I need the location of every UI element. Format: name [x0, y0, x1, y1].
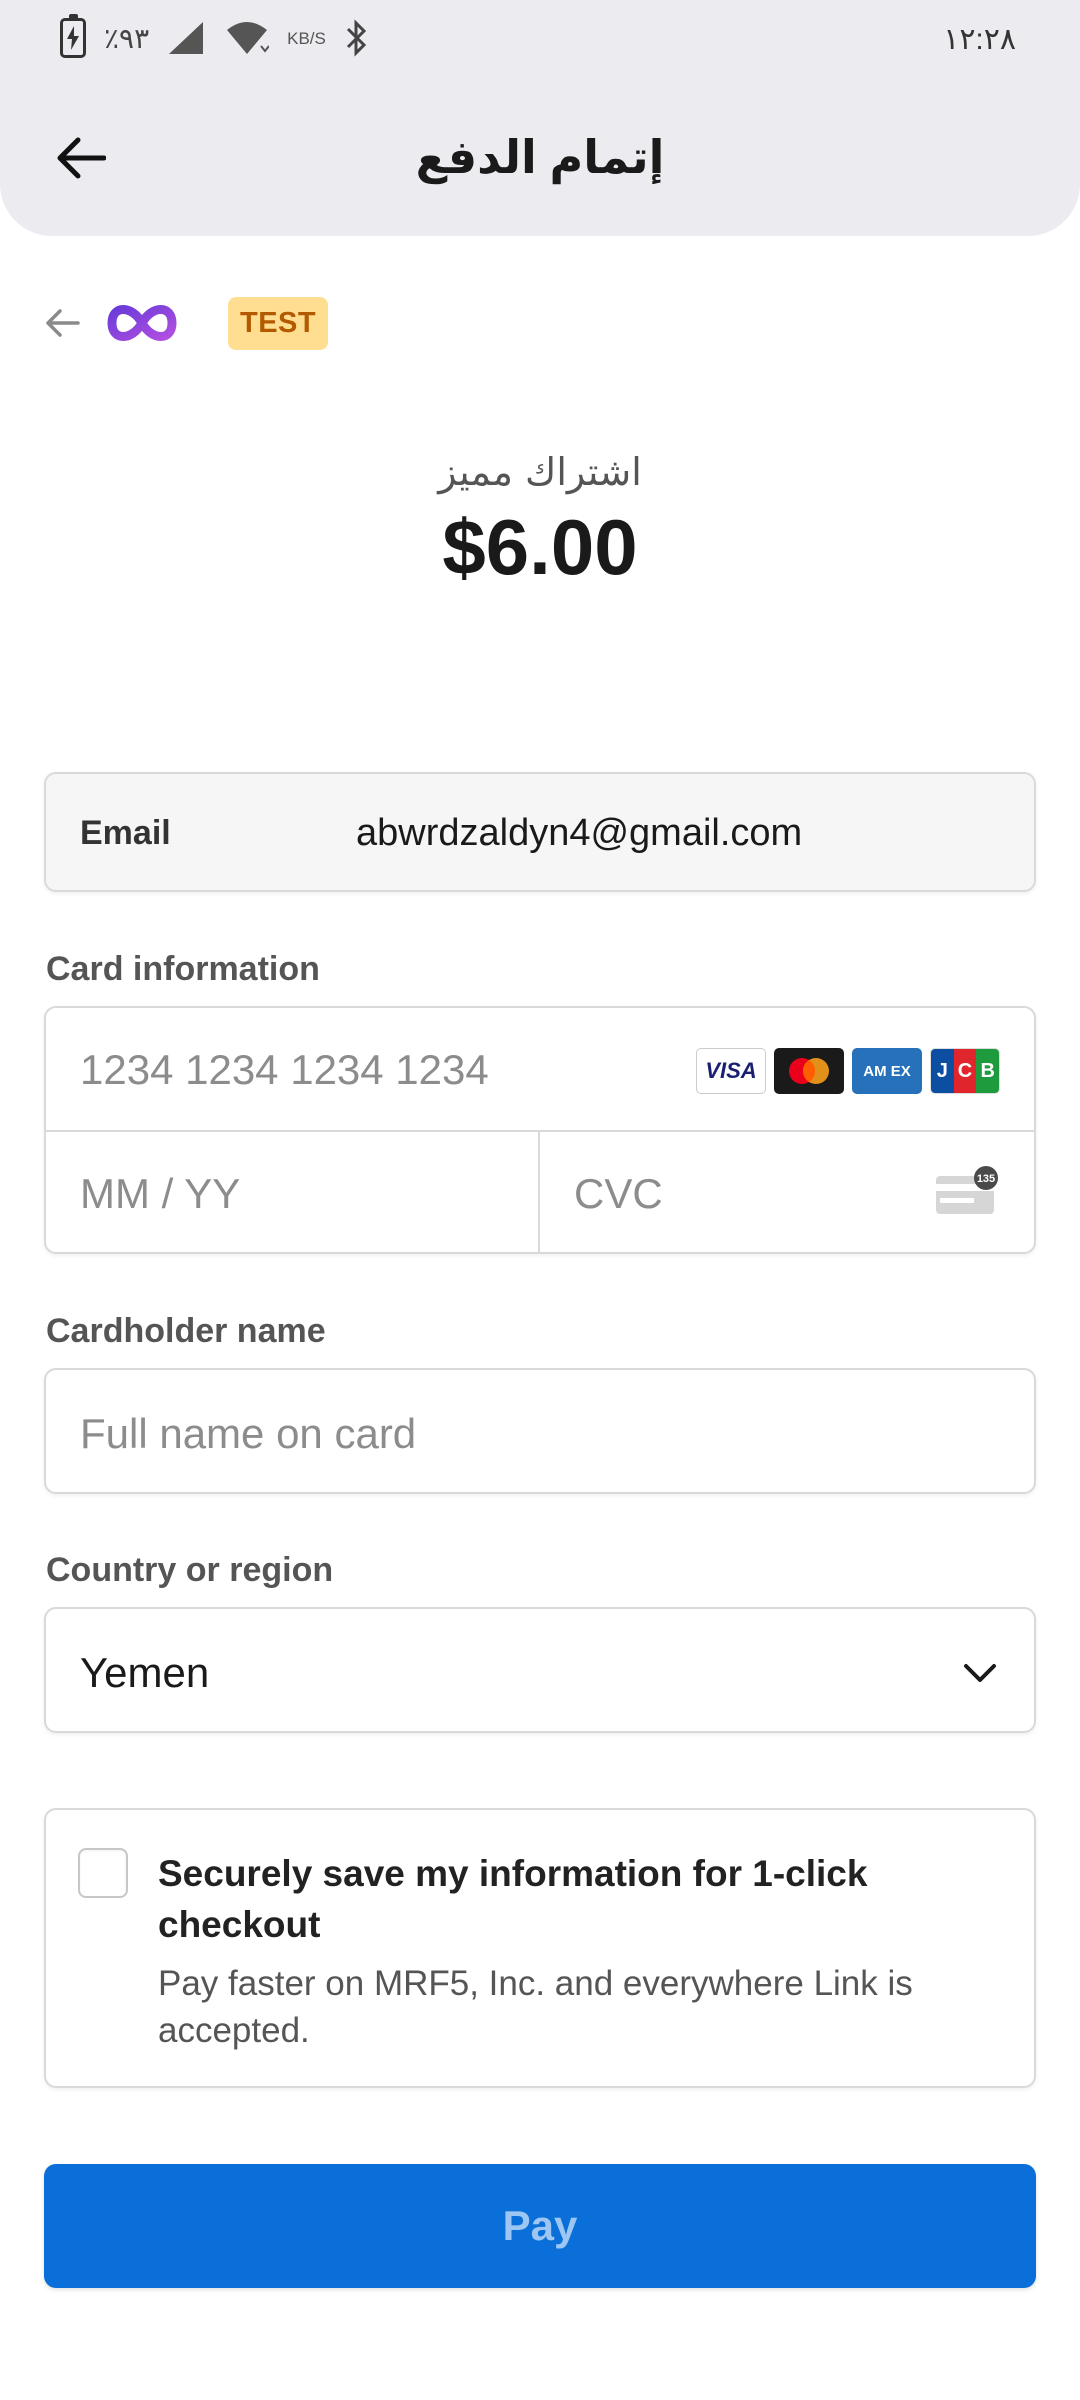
cardholder-label: Cardholder name: [46, 1312, 326, 1350]
cardholder-name-input[interactable]: Full name on card: [44, 1368, 1036, 1494]
jcb-letter-b: B: [976, 1049, 999, 1093]
save-info-box: Securely save my information for 1-click…: [44, 1808, 1036, 2088]
status-bar: ٪٩٣ KB/S ١٢:٢٨: [0, 0, 1080, 80]
jcb-letter-c: C: [953, 1049, 977, 1093]
email-label: Email: [80, 814, 171, 852]
cardholder-placeholder: Full name on card: [80, 1410, 417, 1457]
card-number-input[interactable]: 1234 1234 1234 1234 VISA AM EX J C B: [46, 1008, 1034, 1132]
top-bar: ٪٩٣ KB/S ١٢:٢٨ إتمام الدفع: [0, 0, 1080, 236]
card-number-placeholder: 1234 1234 1234 1234: [80, 1046, 489, 1093]
battery-charging-icon: [60, 14, 86, 58]
card-info-label: Card information: [46, 950, 320, 988]
jcb-icon: J C B: [930, 1048, 1000, 1094]
page-title: إتمام الدفع: [415, 131, 665, 183]
status-time: ١٢:٢٨: [943, 23, 1016, 56]
infinity-logo-icon: [106, 293, 178, 353]
cvc-input[interactable]: CVC 135: [540, 1132, 1036, 1254]
cvc-badge-text: 135: [977, 1173, 995, 1185]
signal-icon: [169, 22, 204, 54]
merchant-header: TEST: [40, 288, 329, 358]
country-value: Yemen: [80, 1649, 210, 1696]
visa-icon: VISA: [696, 1048, 766, 1094]
bluetooth-icon: [346, 19, 366, 57]
save-info-description: Pay faster on MRF5, Inc. and everywhere …: [158, 1964, 913, 2050]
jcb-letter-j: J: [931, 1049, 954, 1093]
card-brands: VISA AM EX J C B: [696, 1048, 1000, 1094]
battery-percent: ٪٩٣: [104, 22, 150, 54]
network-speed: KB/S: [287, 28, 326, 48]
email-value: abwrdzaldyn4@gmail.com: [356, 812, 803, 854]
product-price: $6.00: [442, 503, 638, 591]
email-field[interactable]: Email abwrdzaldyn4@gmail.com: [44, 772, 1036, 892]
cvc-placeholder: CVC: [574, 1170, 663, 1217]
product-summary: اشتراك مميز $6.00: [0, 450, 1080, 593]
expiry-input[interactable]: MM / YY: [46, 1132, 540, 1254]
test-mode-badge: TEST: [228, 296, 329, 350]
amex-icon: AM EX: [852, 1048, 922, 1094]
mastercard-icon: [774, 1048, 844, 1094]
pay-button[interactable]: Pay: [44, 2164, 1036, 2288]
status-left: ٪٩٣ KB/S: [60, 14, 370, 58]
country-select[interactable]: Yemen: [44, 1607, 1036, 1733]
chevron-down-icon: [964, 1664, 996, 1682]
arrow-left-icon: [46, 309, 80, 337]
product-name: اشتراك مميز: [438, 450, 642, 494]
save-info-title: Securely save my information for 1-click…: [158, 1853, 868, 1945]
save-info-checkbox[interactable]: [78, 1848, 128, 1898]
expiry-placeholder: MM / YY: [80, 1170, 241, 1217]
merchant-back-button[interactable]: [40, 301, 84, 345]
pay-button-label: Pay: [502, 2202, 578, 2249]
country-label: Country or region: [46, 1551, 334, 1589]
app-bar: إتمام الدفع: [0, 100, 1080, 220]
cvc-card-icon: 135: [936, 1166, 998, 1214]
card-info-group: 1234 1234 1234 1234 VISA AM EX J C B MM …: [44, 1006, 1036, 1254]
wifi-icon: [227, 22, 270, 54]
